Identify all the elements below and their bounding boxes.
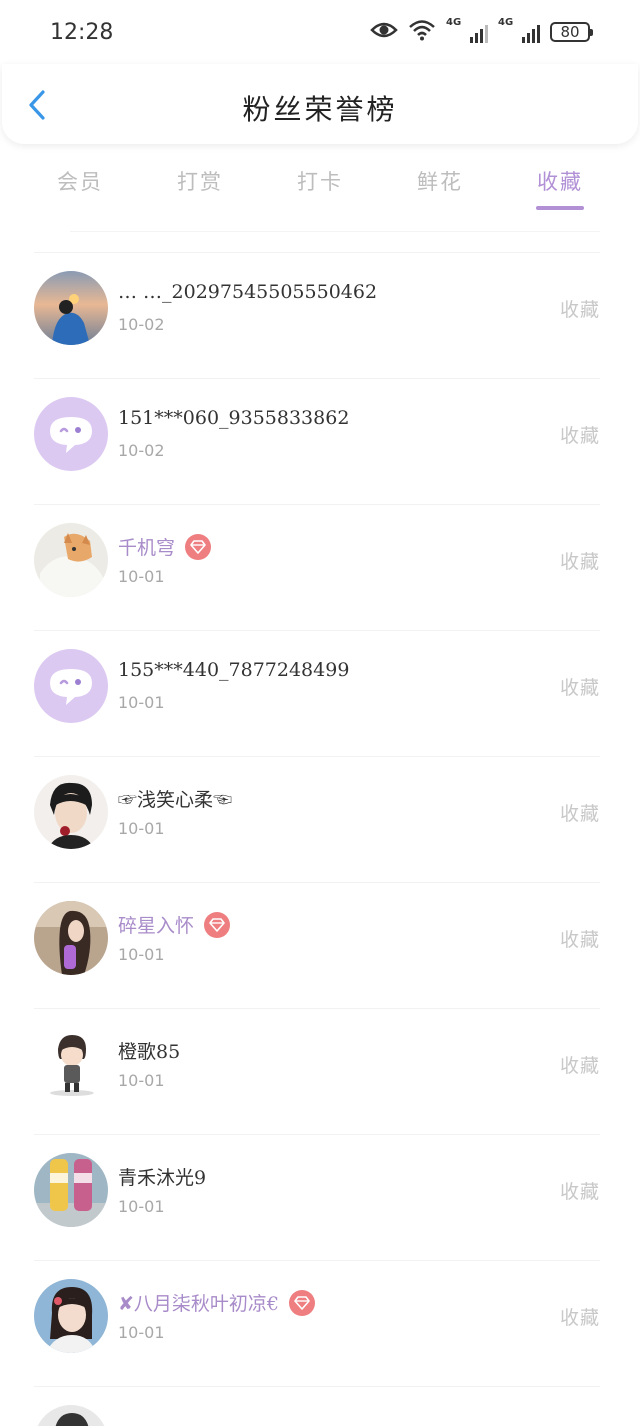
favorite-label: 收藏: [559, 551, 600, 573]
tab-members[interactable]: 会员: [30, 160, 130, 212]
chat-bubble-icon: [34, 397, 108, 471]
diamond-badge-icon: [185, 533, 212, 560]
tab-favorites[interactable]: 收藏: [510, 160, 610, 212]
signal-icon-sim2: 4G: [498, 17, 540, 43]
default-avatar: [34, 649, 108, 723]
list-item[interactable]: 橙歌85 10-01 收藏: [34, 1008, 600, 1134]
favorite-label: 收藏: [559, 677, 600, 699]
fan-name: ☞浅笑心柔☜: [118, 785, 232, 812]
favorite-label: 收藏: [559, 1181, 600, 1203]
avatar: [34, 901, 108, 975]
avatar: [34, 775, 108, 849]
fan-date: 10-01: [118, 1071, 165, 1090]
status-icons: 4G 4G 80: [370, 17, 593, 45]
fan-name: … …_20297545505550462: [118, 281, 377, 303]
fan-name: 155***440_7877248499: [118, 659, 349, 681]
favorite-label: 收藏: [559, 425, 600, 447]
fan-name: 151***060_9355833862: [118, 407, 349, 429]
fan-name-text: 碎星入怀: [118, 915, 195, 937]
fan-date: 10-01: [118, 1323, 165, 1342]
fan-name-text: ☞浅笑心柔☜: [118, 789, 233, 811]
list-item[interactable]: 千机穹 10-01 收藏: [34, 504, 600, 630]
avatar: [34, 1153, 108, 1227]
wifi-icon: [408, 19, 436, 45]
favorite-label: 收藏: [559, 299, 600, 321]
fan-name-text: 橙歌85: [118, 1041, 181, 1063]
list-item[interactable]: 青禾沐光9 10-01 收藏: [34, 1134, 600, 1260]
battery-icon: 80: [550, 22, 593, 42]
tab-bar: 会员 打赏 打卡 鲜花 收藏: [0, 160, 640, 212]
fan-date: 10-01: [118, 567, 165, 586]
network-type-label: 4G: [446, 17, 462, 28]
tab-tips[interactable]: 打赏: [150, 160, 250, 212]
list-item[interactable]: 151***060_9355833862 10-02 收藏: [34, 378, 600, 504]
fan-name: 千机穹: [118, 533, 212, 560]
fan-name-text: 青禾沐光9: [118, 1167, 207, 1189]
fan-name: 碎星入怀: [118, 911, 231, 938]
avatar: [34, 1027, 108, 1101]
page-header: 粉丝荣誉榜: [2, 64, 638, 144]
diamond-badge-icon: [204, 911, 231, 938]
fan-date: 10-02: [118, 441, 165, 460]
list-item[interactable]: ✘八月柒秋叶初凉€ 10-01 收藏: [34, 1260, 600, 1386]
favorite-label: 收藏: [559, 1055, 600, 1077]
avatar: [34, 1279, 108, 1353]
favorite-label: 收藏: [559, 929, 600, 951]
signal-icon-sim1: 4G: [446, 17, 488, 43]
list-item[interactable]: ☞浅笑心柔☜ 10-01 收藏: [34, 756, 600, 882]
fan-date: 10-01: [118, 1197, 165, 1216]
fan-date: 10-01: [118, 693, 165, 712]
tab-checkin[interactable]: 打卡: [270, 160, 370, 212]
network-type-label: 4G: [498, 17, 514, 28]
fan-name-text: 千机穹: [118, 537, 176, 559]
status-bar: 12:28 4G 4G 80: [0, 0, 640, 64]
fan-name: 橙歌85: [118, 1037, 180, 1064]
default-avatar: [34, 397, 108, 471]
avatar: [34, 271, 108, 345]
fan-name-text: ✘八月柒秋叶初凉€: [118, 1293, 280, 1315]
fan-name-text: … …_20297545505550462: [118, 281, 378, 303]
fan-list: … …_20297545505550462 10-02 收藏 151***060…: [0, 252, 640, 1426]
fan-name-text: 151***060_9355833862: [118, 407, 350, 429]
divider: [70, 231, 600, 232]
fan-date: 10-01: [118, 819, 165, 838]
chat-bubble-icon: [34, 649, 108, 723]
diamond-badge-icon: [289, 1289, 316, 1316]
page-title: 粉丝荣誉榜: [242, 93, 398, 126]
list-item[interactable]: [34, 1386, 600, 1426]
favorite-label: 收藏: [559, 1307, 600, 1329]
list-item[interactable]: … …_20297545505550462 10-02 收藏: [34, 252, 600, 378]
status-time: 12:28: [50, 19, 114, 45]
list-item[interactable]: 155***440_7877248499 10-01 收藏: [34, 630, 600, 756]
tab-flowers[interactable]: 鲜花: [390, 160, 490, 212]
fan-name: 青禾沐光9: [118, 1163, 206, 1190]
fan-date: 10-01: [118, 945, 165, 964]
fan-name: ✘八月柒秋叶初凉€: [118, 1289, 316, 1316]
fan-date: 10-02: [118, 315, 165, 334]
eye-icon: [370, 20, 398, 44]
list-item[interactable]: 碎星入怀 10-01 收藏: [34, 882, 600, 1008]
favorite-label: 收藏: [559, 803, 600, 825]
avatar: [34, 523, 108, 597]
fan-name-text: 155***440_7877248499: [118, 659, 350, 681]
